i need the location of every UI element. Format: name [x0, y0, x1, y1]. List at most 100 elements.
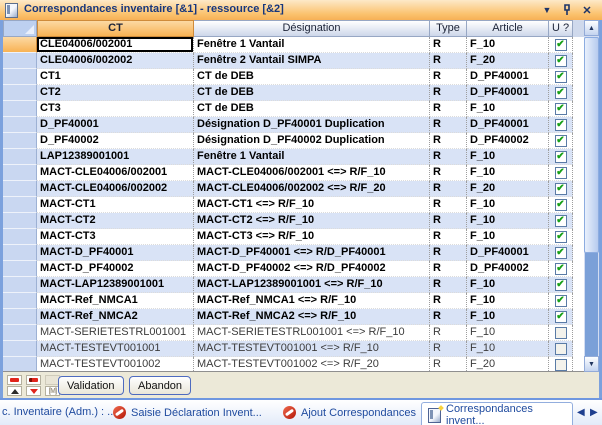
checkbox-checked-icon[interactable]: ✔ — [555, 311, 567, 323]
cell-article[interactable]: F_10 — [467, 229, 549, 245]
cell-type[interactable]: R — [430, 181, 467, 197]
cell-designation[interactable]: MACT-CT1 <=> R/F_10 — [194, 197, 430, 213]
cell-type[interactable]: R — [430, 69, 467, 85]
cell-designation[interactable]: CT de DEB — [194, 69, 430, 85]
row-header[interactable] — [3, 261, 37, 277]
column-header-article[interactable]: Article — [467, 20, 549, 37]
cell-type[interactable]: R — [430, 213, 467, 229]
scrollbar-thumb[interactable] — [584, 37, 599, 253]
checkbox-checked-icon[interactable]: ✔ — [555, 103, 567, 115]
column-header-designation[interactable]: Désignation — [194, 20, 430, 37]
cell-article[interactable]: F_20 — [467, 357, 549, 372]
checkbox-checked-icon[interactable]: ✔ — [555, 247, 567, 259]
cell-article[interactable]: F_10 — [467, 309, 549, 325]
cell-designation[interactable]: CT de DEB — [194, 85, 430, 101]
scroll-down-arrow-icon[interactable]: ▼ — [584, 356, 599, 372]
row-header[interactable] — [3, 229, 37, 245]
cell-ct[interactable]: MACT-SERIETESTRL001001 — [37, 325, 194, 341]
cell-type[interactable]: R — [430, 53, 467, 69]
cell-designation[interactable]: MACT-LAP12389001001 <=> R/F_10 — [194, 277, 430, 293]
cell-article[interactable]: D_PF40001 — [467, 85, 549, 101]
cell-designation[interactable]: MACT-SERIETESTRL001001 <=> R/F_10 — [194, 325, 430, 341]
row-header[interactable] — [3, 149, 37, 165]
cell-article[interactable]: F_10 — [467, 165, 549, 181]
tab-correspondances-inventaire-active[interactable]: Correspondances invent... — [421, 402, 573, 425]
row-header[interactable] — [3, 309, 37, 325]
scrollbar-track-lower[interactable] — [585, 253, 598, 356]
cell-type[interactable]: R — [430, 101, 467, 117]
pin-icon[interactable] — [560, 3, 574, 17]
checkbox-checked-icon[interactable]: ✔ — [555, 183, 567, 195]
cell-type[interactable]: R — [430, 261, 467, 277]
cell-designation[interactable]: MACT-CT3 <=> R/F_10 — [194, 229, 430, 245]
checkbox-checked-icon[interactable]: ✔ — [555, 71, 567, 83]
insert-row-shift-icon[interactable] — [26, 375, 41, 385]
cell-ct[interactable]: CLE04006/002002 — [37, 53, 194, 69]
cell-article[interactable]: D_PF40001 — [467, 117, 549, 133]
cell-article[interactable]: D_PF40002 — [467, 261, 549, 277]
checkbox-checked-icon[interactable]: ✔ — [555, 87, 567, 99]
checkbox-unchecked-icon[interactable] — [555, 327, 567, 339]
cell-designation[interactable]: Fenêtre 1 Vantail — [194, 149, 430, 165]
cell-designation[interactable]: MACT-Ref_NMCA1 <=> R/F_10 — [194, 293, 430, 309]
cell-article[interactable]: D_PF40001 — [467, 69, 549, 85]
vertical-scrollbar[interactable]: ▲ ▼ — [584, 20, 599, 372]
cell-ct[interactable]: MACT-CLE04006/002001 — [37, 165, 194, 181]
row-header[interactable] — [3, 117, 37, 133]
move-down-icon[interactable] — [26, 386, 41, 396]
row-header[interactable] — [3, 293, 37, 309]
cell-ct[interactable]: CT2 — [37, 85, 194, 101]
row-header[interactable] — [3, 213, 37, 229]
cell-article[interactable]: D_PF40002 — [467, 133, 549, 149]
row-header[interactable] — [3, 181, 37, 197]
cell-designation[interactable]: MACT-CT2 <=> R/F_10 — [194, 213, 430, 229]
checkbox-checked-icon[interactable]: ✔ — [555, 151, 567, 163]
cell-ct[interactable]: CT3 — [37, 101, 194, 117]
row-header[interactable] — [3, 101, 37, 117]
cell-type[interactable]: R — [430, 293, 467, 309]
checkbox-checked-icon[interactable]: ✔ — [555, 119, 567, 131]
cell-article[interactable]: F_10 — [467, 341, 549, 357]
cell-type[interactable]: R — [430, 277, 467, 293]
cell-ct[interactable]: MACT-Ref_NMCA1 — [37, 293, 194, 309]
cell-type[interactable]: R — [430, 85, 467, 101]
cell-article[interactable]: F_20 — [467, 53, 549, 69]
tab-ajout-correspondances[interactable]: Ajout Correspondances — [283, 406, 416, 419]
close-icon[interactable]: ✕ — [580, 3, 594, 17]
cell-type[interactable]: R — [430, 165, 467, 181]
row-header[interactable] — [3, 85, 37, 101]
cell-designation[interactable]: MACT-TESTEVT001002 <=> R/F_20 — [194, 357, 430, 372]
row-header[interactable] — [3, 325, 37, 341]
cell-designation[interactable]: Désignation D_PF40001 Duplication — [194, 117, 430, 133]
cell-type[interactable]: R — [430, 341, 467, 357]
cell-designation[interactable]: Fenêtre 1 Vantail — [194, 37, 430, 53]
cell-ct[interactable]: CT1 — [37, 69, 194, 85]
cell-ct[interactable]: MACT-TESTEVT001001 — [37, 341, 194, 357]
checkbox-unchecked-icon[interactable] — [555, 359, 567, 371]
cell-article[interactable]: F_10 — [467, 213, 549, 229]
cell-type[interactable]: R — [430, 117, 467, 133]
cell-ct[interactable]: MACT-D_PF40001 — [37, 245, 194, 261]
cell-type[interactable]: R — [430, 245, 467, 261]
tab-inventaire-adm[interactable]: c. Inventaire (Adm.) : ... — [2, 406, 116, 418]
cell-type[interactable]: R — [430, 357, 467, 372]
checkbox-unchecked-icon[interactable] — [555, 343, 567, 355]
row-header[interactable] — [3, 53, 37, 69]
cell-article[interactable]: F_10 — [467, 37, 549, 53]
insert-row-icon[interactable] — [7, 375, 22, 385]
tab-next-arrow-icon[interactable]: ▶ — [590, 408, 598, 418]
cell-article[interactable]: F_10 — [467, 325, 549, 341]
scroll-up-arrow-icon[interactable]: ▲ — [584, 20, 599, 36]
cell-designation[interactable]: MACT-D_PF40002 <=> R/D_PF40002 — [194, 261, 430, 277]
row-header[interactable] — [3, 197, 37, 213]
cell-ct[interactable]: MACT-TESTEVT001002 — [37, 357, 194, 372]
cell-ct[interactable]: MACT-CT3 — [37, 229, 194, 245]
column-header-ct[interactable]: CT — [37, 20, 194, 37]
tab-saisie-declaration[interactable]: Saisie Déclaration Invent... — [113, 406, 262, 419]
abandon-button[interactable]: Abandon — [129, 376, 191, 395]
cell-article[interactable]: F_20 — [467, 181, 549, 197]
cell-ct[interactable]: MACT-CT1 — [37, 197, 194, 213]
checkbox-checked-icon[interactable]: ✔ — [555, 231, 567, 243]
cell-type[interactable]: R — [430, 325, 467, 341]
tab-prev-arrow-icon[interactable]: ◀ — [577, 408, 585, 418]
